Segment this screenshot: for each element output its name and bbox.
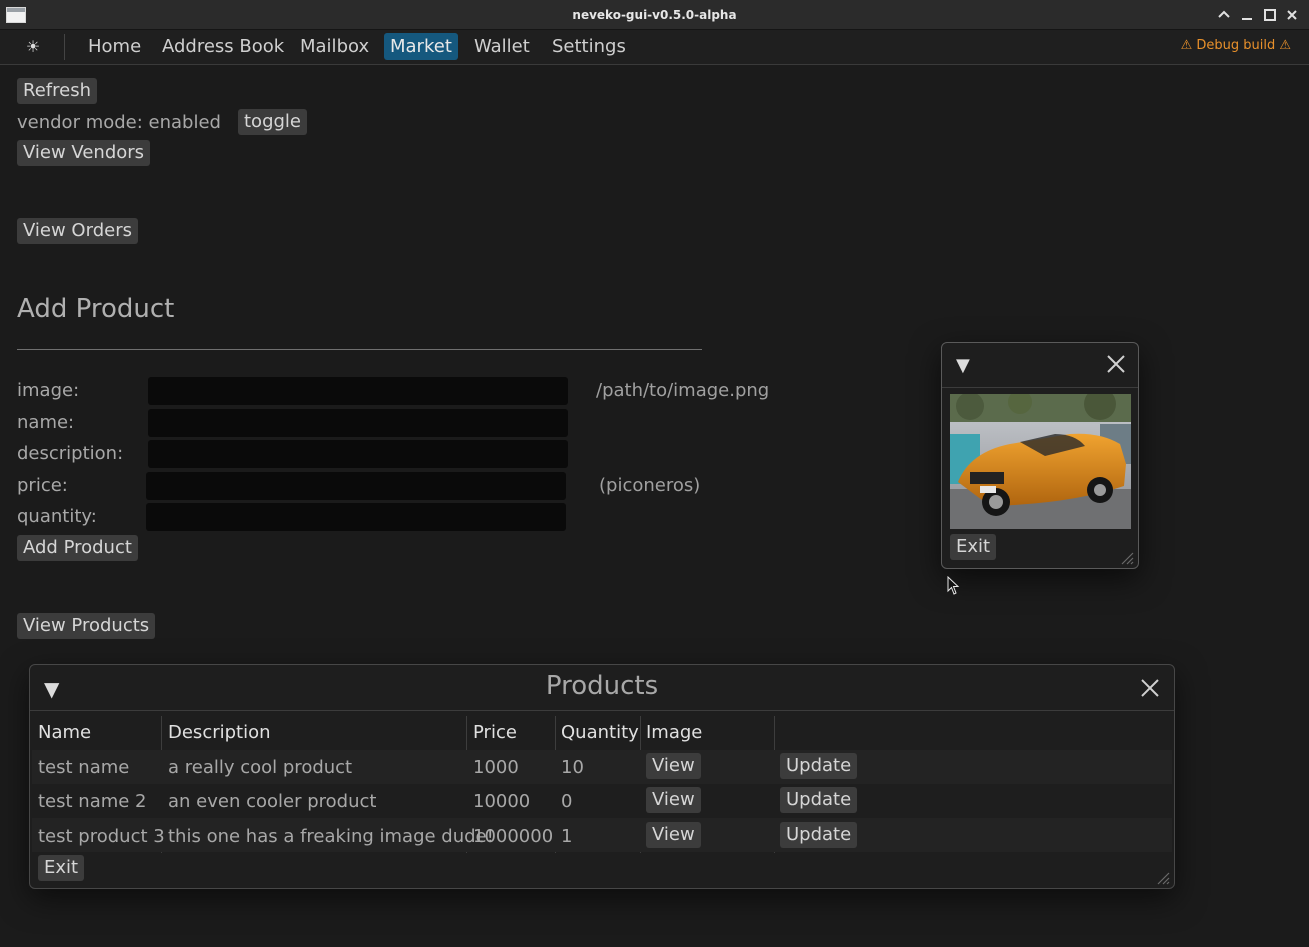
column-header-name: Name xyxy=(38,722,92,743)
view-vendors-button[interactable]: View Vendors xyxy=(17,140,151,166)
close-icon[interactable] xyxy=(1283,6,1301,24)
product-price: 1000 xyxy=(473,757,519,778)
update-product-button[interactable]: Update xyxy=(780,753,858,779)
close-icon[interactable] xyxy=(1106,354,1126,374)
column-header-price: Price xyxy=(473,722,517,743)
product-quantity: 10 xyxy=(561,757,584,778)
product-quantity: 1 xyxy=(561,826,573,847)
view-products-button[interactable]: View Products xyxy=(17,613,156,639)
nav-home[interactable]: Home xyxy=(82,33,147,60)
resize-grip-icon[interactable] xyxy=(1120,550,1134,565)
product-image xyxy=(950,388,1131,529)
column-header-description: Description xyxy=(168,722,271,743)
maximize-icon[interactable] xyxy=(1261,6,1279,24)
description-input[interactable] xyxy=(148,440,568,468)
quantity-input[interactable] xyxy=(146,503,566,531)
menu-bar: ☀ Home Address Book Mailbox Market Walle… xyxy=(0,30,1309,65)
products-window-exit-button[interactable]: Exit xyxy=(38,855,85,881)
price-label: price: xyxy=(17,475,68,496)
collapse-triangle-icon[interactable]: ▼ xyxy=(956,355,970,376)
product-price: 1000000 xyxy=(473,826,554,847)
image-label: image: xyxy=(17,380,80,401)
product-description: a really cool product xyxy=(168,757,353,778)
description-label: description: xyxy=(17,443,124,464)
divider xyxy=(17,349,702,350)
window-divider xyxy=(942,387,1138,388)
add-product-button[interactable]: Add Product xyxy=(17,535,138,561)
window-title: neveko-gui-v0.5.0-alpha xyxy=(572,8,737,22)
name-input[interactable] xyxy=(148,409,568,437)
close-icon[interactable] xyxy=(1140,678,1160,698)
product-description: an even cooler product xyxy=(168,791,377,812)
toggle-vendor-mode-button[interactable]: toggle xyxy=(238,109,307,135)
image-preview-window: ▼ Exit xyxy=(941,342,1139,569)
refresh-button[interactable]: Refresh xyxy=(17,78,97,104)
quantity-label: quantity: xyxy=(17,506,97,527)
view-image-button[interactable]: View xyxy=(646,787,701,813)
view-orders-button[interactable]: View Orders xyxy=(17,218,138,244)
menu-separator xyxy=(64,34,65,60)
products-window-title: Products xyxy=(545,671,659,701)
update-product-button[interactable]: Update xyxy=(780,822,858,848)
product-name: test name 2 xyxy=(38,791,147,812)
nav-address-book[interactable]: Address Book xyxy=(156,33,290,60)
price-input[interactable] xyxy=(146,472,566,500)
title-bar: neveko-gui-v0.5.0-alpha xyxy=(0,0,1309,30)
resize-grip-icon[interactable] xyxy=(1156,870,1170,885)
nav-market[interactable]: Market xyxy=(384,33,458,60)
name-label: name: xyxy=(17,412,75,433)
view-image-button[interactable]: View xyxy=(646,822,701,848)
add-product-heading: Add Product xyxy=(17,294,175,324)
column-header-image: Image xyxy=(646,722,703,743)
product-name: test name xyxy=(38,757,130,778)
image-window-exit-button[interactable]: Exit xyxy=(950,534,997,560)
chevron-up-icon[interactable] xyxy=(1215,6,1233,24)
column-header-quantity: Quantity xyxy=(561,722,639,743)
debug-build-label: ⚠ Debug build ⚠ xyxy=(1180,38,1291,53)
product-quantity: 0 xyxy=(561,791,573,812)
product-description: this one has a freaking image dude! xyxy=(168,826,494,847)
view-image-button[interactable]: View xyxy=(646,753,701,779)
product-name: test product 3 xyxy=(38,826,165,847)
products-window: ▼ Products Name Description Price Quanti… xyxy=(29,664,1175,889)
window-divider xyxy=(30,710,1174,711)
update-product-button[interactable]: Update xyxy=(780,787,858,813)
mouse-cursor-icon xyxy=(947,575,961,596)
vendor-mode-label: vendor mode: enabled xyxy=(17,112,221,133)
minimize-icon[interactable] xyxy=(1238,6,1256,24)
image-path-input[interactable] xyxy=(148,377,568,405)
nav-settings[interactable]: Settings xyxy=(546,33,632,60)
theme-toggle-icon[interactable]: ☀ xyxy=(22,34,44,60)
nav-mailbox[interactable]: Mailbox xyxy=(294,33,375,60)
image-path-hint: /path/to/image.png xyxy=(596,380,770,401)
price-unit-hint: (piconeros) xyxy=(599,475,701,496)
product-price: 10000 xyxy=(473,791,531,812)
nav-wallet[interactable]: Wallet xyxy=(468,33,536,60)
